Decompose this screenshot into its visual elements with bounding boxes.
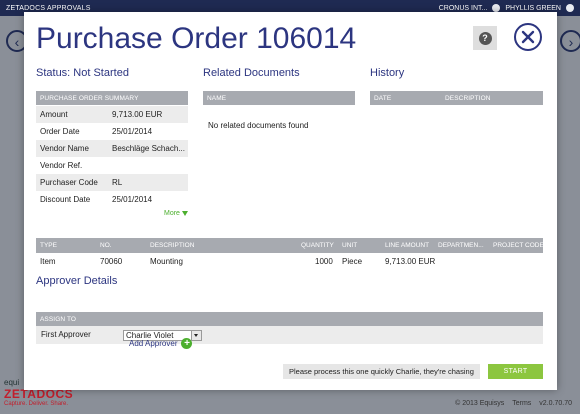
col-type: TYPE [40, 242, 57, 249]
app-name: ZETADOCS APPROVALS [6, 4, 91, 12]
line-no: 70060 [100, 257, 123, 266]
no-related-documents-text: No related documents found [208, 121, 309, 130]
copyright: © 2013 Equisys [455, 400, 505, 407]
more-link[interactable]: More [164, 210, 188, 217]
line-unit: Piece [342, 257, 363, 266]
comment-field[interactable]: Please process this one quickly Charlie,… [283, 364, 480, 379]
line-description: Mounting [150, 257, 183, 266]
col-project-code: PROJECT CODE [493, 242, 544, 249]
first-approver-row: First Approver Charlie Violet [36, 326, 543, 344]
app-footer: © 2013 Equisys Terms v2.0.70.70 [455, 400, 572, 407]
col-description: DESCRIPTION [150, 242, 195, 249]
plus-icon: + [181, 338, 193, 349]
history-col-date: DATE [374, 94, 392, 102]
help-button[interactable]: ? [473, 26, 497, 50]
help-icon: ? [478, 31, 492, 45]
related-documents-header: NAME [203, 91, 355, 105]
purchase-order-dialog: Purchase Order 106014 ? Status: Not Star… [24, 12, 557, 390]
version: v2.0.70.70 [539, 400, 572, 407]
assign-to-header: ASSIGN TO [36, 312, 543, 326]
first-approver-label: First Approver [41, 330, 91, 339]
summary-row-discount-date: Discount Date 25/01/2014 [40, 195, 153, 204]
col-unit: UNIT [342, 242, 358, 249]
summary-row-purchaser-code: Purchaser Code RL [36, 174, 188, 191]
approver-details-title: Approver Details [36, 275, 118, 287]
summary-row-order-date: Order Date 25/01/2014 [40, 127, 153, 136]
summary-row-vendor-ref: Vendor Ref. [40, 161, 83, 170]
add-approver-button[interactable]: Add Approver + [129, 338, 193, 349]
company-name[interactable]: CRONUS INT... [439, 5, 488, 12]
close-button[interactable] [514, 23, 542, 51]
line-quantity: 1000 [315, 257, 333, 266]
related-documents-title: Related Documents [203, 67, 300, 79]
company-menu-icon[interactable] [492, 4, 501, 12]
terms-link[interactable]: Terms [512, 400, 531, 407]
col-no: NO. [100, 242, 112, 249]
lines-table-header: TYPE NO. DESCRIPTION QUANTITY UNIT LINE … [36, 238, 544, 253]
page-title: Purchase Order 106014 [36, 22, 357, 55]
col-department: DEPARTMEN... [438, 242, 484, 249]
dropdown-arrow-icon [191, 331, 201, 340]
history-title: History [370, 67, 405, 79]
line-type: Item [40, 257, 56, 266]
start-button[interactable]: START [488, 364, 543, 379]
history-header: DATE DESCRIPTION [370, 91, 543, 105]
col-quantity: QUANTITY [301, 242, 334, 249]
summary-row-amount: Amount 9,713.00 EUR [36, 106, 188, 123]
line-amount: 9,713.00 EUR [385, 257, 436, 266]
summary-table: Amount 9,713.00 EUR Order Date 25/01/201… [36, 106, 188, 208]
col-line-amount: LINE AMOUNT [385, 242, 430, 249]
close-icon [521, 30, 535, 44]
user-menu-icon[interactable] [566, 4, 574, 12]
chevron-down-icon [181, 211, 188, 216]
table-row[interactable]: Item 70060 Mounting 1000 Piece 9,713.00 … [36, 253, 543, 270]
summary-header: PURCHASE ORDER SUMMARY [36, 91, 188, 105]
forward-arrow-icon[interactable]: › [560, 30, 580, 52]
status-text: Status: Not Started [36, 67, 129, 79]
summary-row-vendor-name: Vendor Name Beschläge Schach... [36, 140, 188, 157]
user-name[interactable]: PHYLLIS GREEN [505, 5, 561, 12]
history-col-description: DESCRIPTION [445, 94, 491, 102]
